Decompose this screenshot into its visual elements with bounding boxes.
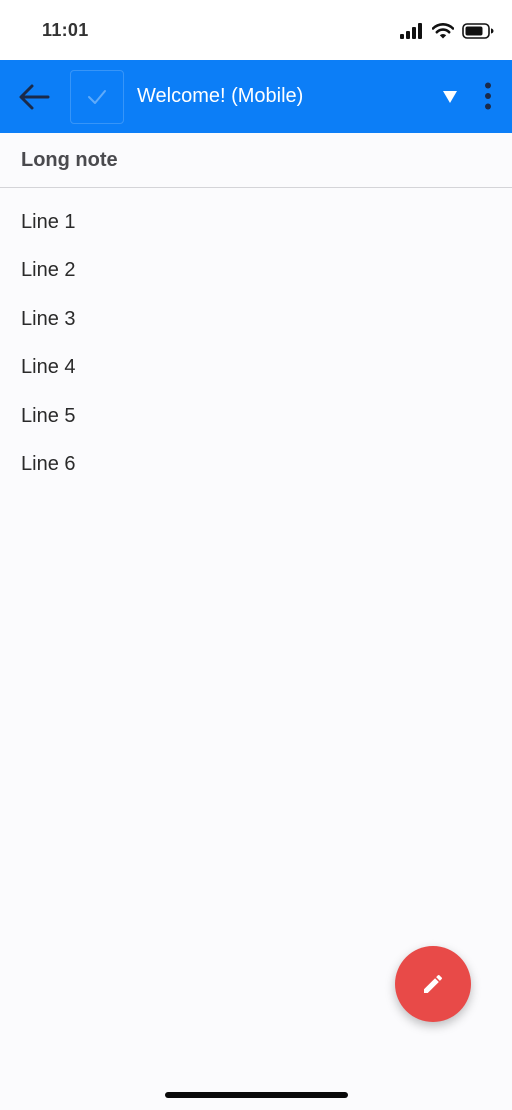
app-bar: Welcome! (Mobile) xyxy=(0,60,512,133)
arrow-left-icon xyxy=(19,84,50,110)
select-checkbox[interactable] xyxy=(70,70,124,124)
status-bar: 11:01 xyxy=(0,0,512,60)
note-line: Line 1 xyxy=(21,211,76,233)
note-body[interactable]: Line 1 Line 2 Line 3 Line 4 Line 5 Line … xyxy=(21,208,76,498)
note-line: Line 2 xyxy=(21,259,76,282)
note-line: Line 5 xyxy=(21,404,76,427)
note-header: Long note xyxy=(0,133,512,188)
home-indicator[interactable] xyxy=(165,1092,348,1098)
edit-note-button[interactable] xyxy=(395,946,471,1022)
back-button[interactable] xyxy=(14,79,54,115)
wifi-icon xyxy=(432,23,454,39)
app-title[interactable]: Welcome! (Mobile) xyxy=(137,85,303,108)
pencil-icon xyxy=(424,974,443,993)
note-line: Line 4 xyxy=(21,356,76,379)
triangle-down-icon xyxy=(443,91,457,103)
cellular-signal-icon xyxy=(400,23,422,39)
battery-icon xyxy=(462,23,494,39)
check-icon xyxy=(88,90,106,104)
more-options-button[interactable] xyxy=(476,80,500,112)
note-title: Long note xyxy=(21,149,118,171)
status-time: 11:01 xyxy=(42,20,89,40)
note-line: Line 6 xyxy=(21,452,76,475)
more-vertical-icon xyxy=(485,82,491,110)
status-icons xyxy=(400,22,494,40)
notebook-dropdown-button[interactable] xyxy=(438,86,462,108)
note-line: Line 3 xyxy=(21,307,76,330)
